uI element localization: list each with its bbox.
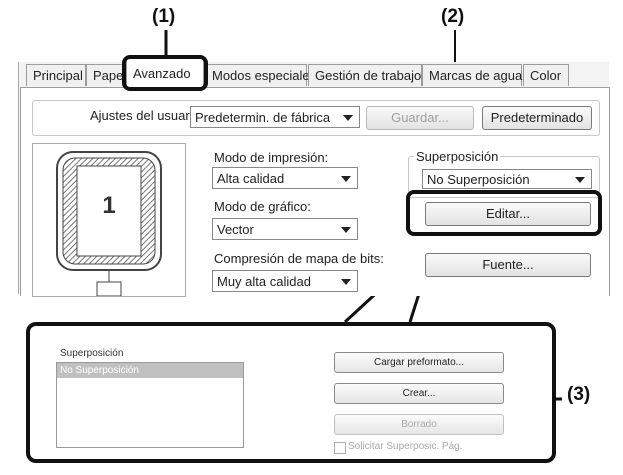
default-button[interactable]: Predeterminado — [482, 106, 592, 130]
tab-papel[interactable]: Pape — [86, 64, 126, 86]
overlay-group-label: Superposición — [60, 348, 124, 359]
user-settings-value: Predetermin. de fábrica — [195, 110, 331, 125]
overlay-label: Superposición — [414, 149, 501, 164]
chevron-down-icon — [341, 176, 351, 182]
request-overlay-checkbox[interactable] — [334, 442, 346, 454]
overlay-list-item[interactable]: No Superposición — [57, 363, 243, 378]
page-preview-icon — [56, 151, 162, 296]
tab-modos-especiales[interactable]: Modos especiales — [205, 64, 316, 86]
graphic-mode-label: Modo de gráfico: — [214, 199, 311, 214]
overlay-list[interactable]: No Superposición — [56, 362, 244, 448]
tab-marcas-agua[interactable]: Marcas de agua — [422, 64, 522, 86]
bitmap-compression-value: Muy alta calidad — [217, 274, 311, 289]
print-mode-label: Modo de impresión: — [214, 150, 329, 165]
page-number: 1 — [102, 192, 116, 219]
tab-color[interactable]: Color — [523, 64, 569, 86]
chevron-down-icon — [341, 279, 351, 285]
highlight-edit-button — [406, 190, 602, 236]
delete-button[interactable]: Borrado — [334, 414, 504, 435]
load-template-button[interactable]: Cargar preformato... — [334, 352, 504, 373]
font-button[interactable]: Fuente... — [425, 253, 591, 277]
highlight-avanzado-tab — [122, 55, 208, 91]
chevron-down-icon — [341, 227, 351, 233]
overlay-select[interactable]: No Superposición — [422, 169, 592, 189]
overlay-dialog-zoom: Superposición No Superposición Cargar pr… — [26, 322, 556, 463]
chevron-down-icon — [343, 115, 353, 121]
bitmap-compression-select[interactable]: Muy alta calidad — [212, 270, 358, 292]
bitmap-compression-label: Compresión de mapa de bits: — [214, 251, 384, 266]
chevron-down-icon — [575, 177, 585, 183]
user-settings-select[interactable]: Predetermin. de fábrica — [190, 106, 360, 128]
print-mode-value: Alta calidad — [217, 171, 285, 186]
user-settings-label: Ajustes del usuario: — [90, 108, 204, 123]
print-mode-select[interactable]: Alta calidad — [212, 167, 358, 189]
graphic-mode-select[interactable]: Vector — [212, 218, 358, 240]
tab-principal[interactable]: Principal — [26, 64, 86, 86]
graphic-mode-value: Vector — [217, 222, 254, 237]
overlay-value: No Superposición — [427, 172, 530, 187]
create-button[interactable]: Crear... — [334, 383, 504, 404]
request-overlay-label: Solicitar Superposic. Pág. — [348, 441, 463, 452]
page-preview-frame: 1 — [32, 143, 186, 297]
tab-gestion-trabajos[interactable]: Gestión de trabajos — [308, 64, 428, 86]
save-button[interactable]: Guardar... — [366, 106, 474, 130]
